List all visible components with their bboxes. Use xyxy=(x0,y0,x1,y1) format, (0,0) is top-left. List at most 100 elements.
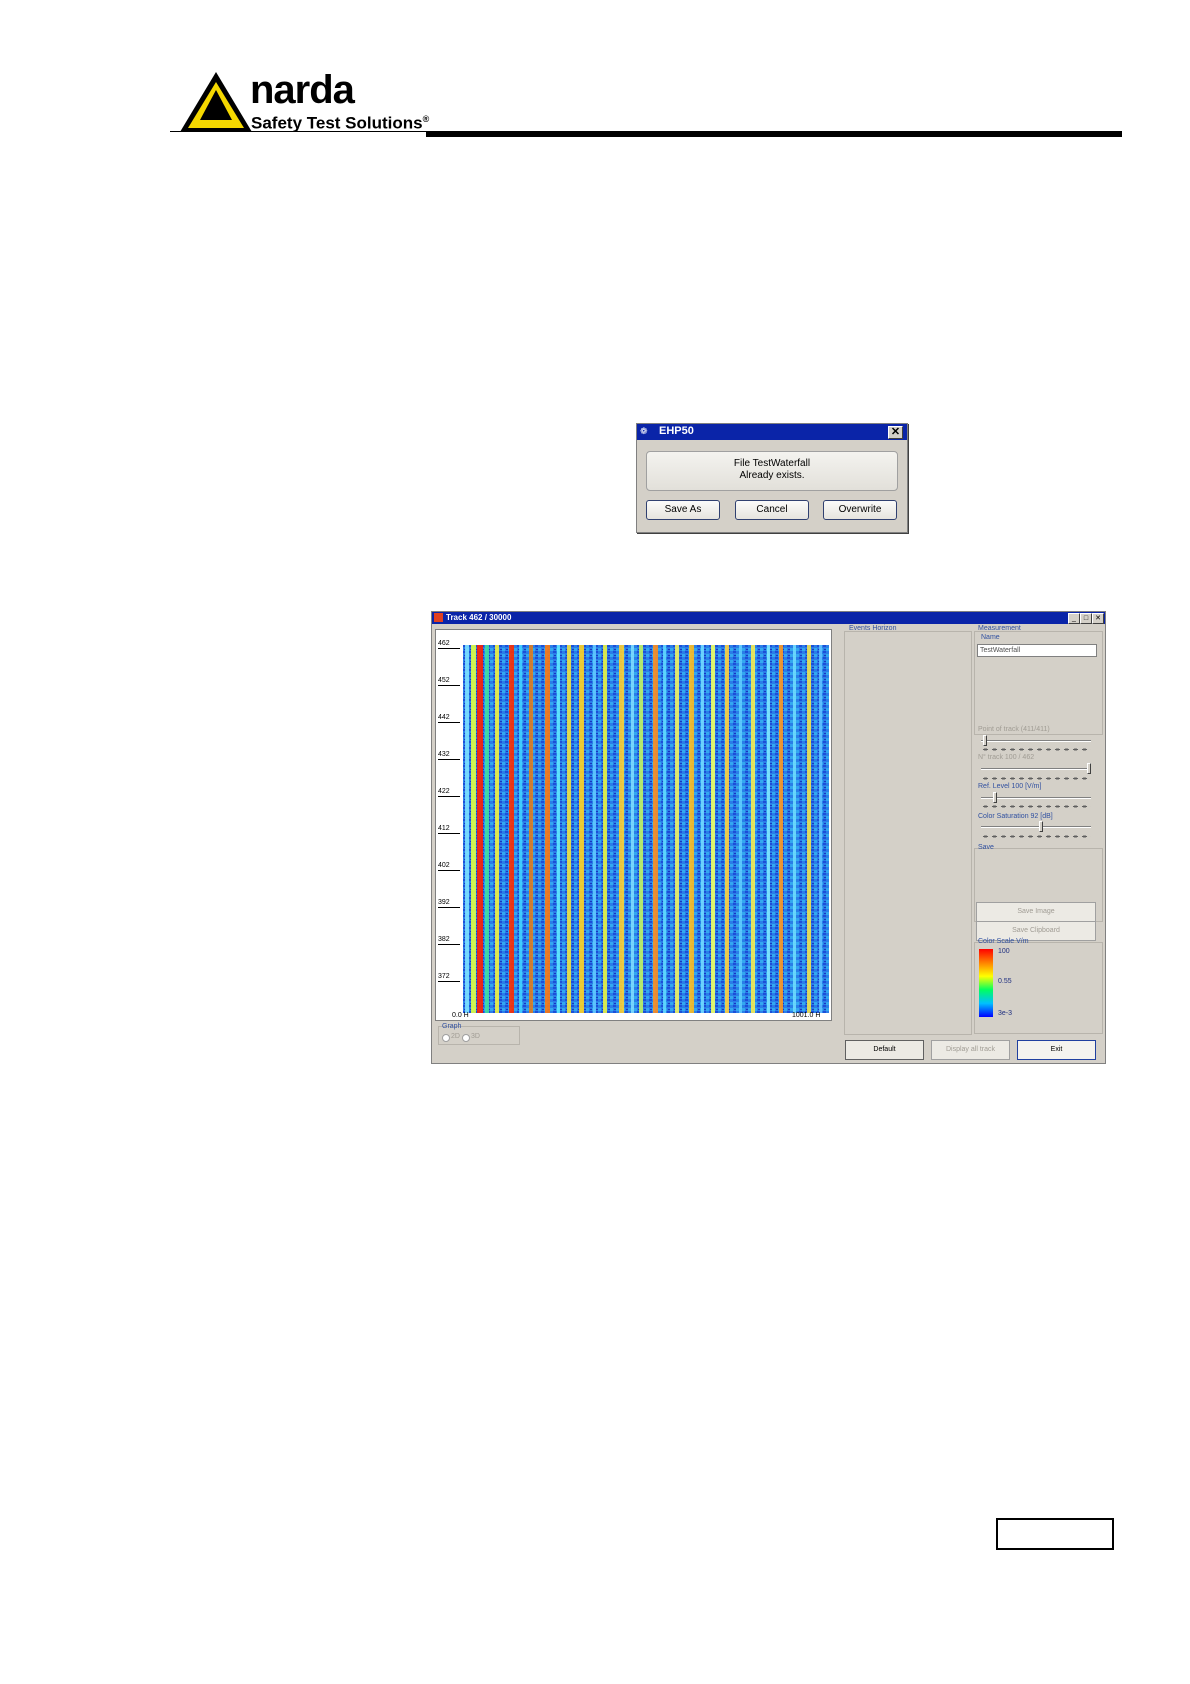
color-scale-mid: 0.55 xyxy=(998,978,1012,985)
header-rule-thick xyxy=(426,131,1122,137)
measurement-label: Measurement xyxy=(978,625,1021,632)
radio-2d[interactable] xyxy=(442,1034,450,1042)
slider-thumb[interactable] xyxy=(993,792,997,803)
y-tick-line xyxy=(438,833,460,834)
waterfall-window: Track 462 / 30000 _ □ ✕ 462 452 442 432 … xyxy=(431,611,1106,1064)
waterfall-stripe xyxy=(465,645,469,1013)
window-title-bar[interactable]: Track 462 / 30000 _ □ ✕ xyxy=(432,612,1105,624)
y-tick-label: 442 xyxy=(438,714,450,721)
waterfall-stripe xyxy=(639,645,643,1013)
waterfall-stripe xyxy=(545,645,550,1013)
waterfall-stripe xyxy=(603,645,607,1013)
y-tick-line xyxy=(438,759,460,760)
waterfall-stripe xyxy=(739,645,742,1013)
waterfall-stripe xyxy=(807,645,811,1013)
y-tick-label: 402 xyxy=(438,862,450,869)
dialog-title-bar[interactable]: ❁ EHP50 ✕ xyxy=(637,424,907,440)
waterfall-stripe xyxy=(485,645,489,1013)
app-icon: ❁ xyxy=(640,426,648,436)
events-horizon-label: Events Horizon xyxy=(849,625,897,632)
dialog-message-line2: Already exists. xyxy=(739,470,805,481)
display-all-track-button[interactable]: Display all track xyxy=(931,1040,1010,1060)
waterfall-stripe xyxy=(519,645,522,1013)
graph-label: Graph xyxy=(442,1023,462,1030)
waterfall-image xyxy=(463,645,829,1013)
slider-ticks xyxy=(981,835,1091,838)
close-icon[interactable]: ✕ xyxy=(1092,613,1104,624)
color-scale-bar xyxy=(979,949,993,1017)
overwrite-button[interactable]: Overwrite xyxy=(823,500,897,520)
waterfall-stripe xyxy=(631,645,634,1013)
dialog-message-line1: File TestWaterfall xyxy=(733,458,811,469)
y-tick-line xyxy=(438,796,460,797)
waterfall-stripe xyxy=(495,645,499,1013)
events-horizon-panel xyxy=(844,631,972,1035)
waterfall-stripe xyxy=(579,645,584,1013)
point-of-track-label: Point of track (411/411) xyxy=(978,726,1050,733)
color-saturation-slider[interactable] xyxy=(981,826,1091,828)
x-axis-start: 0.0 H xyxy=(452,1012,469,1019)
minimize-icon[interactable]: _ xyxy=(1068,613,1080,624)
color-scale-max: 100 xyxy=(998,948,1010,955)
waterfall-stripe xyxy=(557,645,560,1013)
maximize-icon[interactable]: □ xyxy=(1080,613,1092,624)
waterfall-stripe xyxy=(779,645,783,1013)
y-tick-line xyxy=(438,870,460,871)
name-field[interactable]: TestWaterfall xyxy=(977,644,1097,657)
ref-level-slider[interactable] xyxy=(981,797,1091,799)
waterfall-stripe xyxy=(653,645,658,1013)
close-icon[interactable]: ✕ xyxy=(888,426,903,439)
waterfall-plot: 462 452 442 432 422 412 402 392 382 372 xyxy=(435,629,832,1021)
waterfall-stripe xyxy=(593,645,596,1013)
color-saturation-label: Color Saturation 92 [dB] xyxy=(978,813,1053,820)
dialog-message: File TestWaterfall Already exists. xyxy=(646,451,898,491)
waterfall-stripe xyxy=(793,645,796,1013)
registered-mark: ® xyxy=(422,114,430,124)
y-tick-line xyxy=(438,685,460,686)
y-tick-label: 432 xyxy=(438,751,450,758)
waterfall-stripe xyxy=(725,645,729,1013)
y-tick-label: 392 xyxy=(438,899,450,906)
waterfall-stripe xyxy=(819,645,822,1013)
slider-ticks xyxy=(981,748,1091,751)
slider-thumb[interactable] xyxy=(983,735,987,746)
x-axis-end: 1001.0 H xyxy=(792,1012,821,1019)
y-tick-line xyxy=(438,981,460,982)
save-label: Save xyxy=(978,844,994,851)
waterfall-stripe xyxy=(509,645,514,1013)
waterfall-stripe xyxy=(689,645,694,1013)
y-tick-label: 412 xyxy=(438,825,450,832)
waterfall-stripe xyxy=(751,645,755,1013)
slider-thumb[interactable] xyxy=(1087,763,1091,774)
n-track-label: N° track 100 / 462 xyxy=(978,754,1035,761)
header-rule-thin xyxy=(170,131,426,132)
cancel-button[interactable]: Cancel xyxy=(735,500,809,520)
window-title: Track 462 / 30000 xyxy=(446,613,512,622)
brand-name: narda xyxy=(250,68,355,112)
ref-level-label: Ref. Level 100 [V/m] xyxy=(978,783,1042,790)
narda-logo-icon xyxy=(180,72,252,132)
y-tick-label: 422 xyxy=(438,788,450,795)
y-tick-label: 462 xyxy=(438,640,450,647)
y-tick-line xyxy=(438,944,460,945)
point-of-track-slider[interactable] xyxy=(981,740,1091,742)
save-as-button[interactable]: Save As xyxy=(646,500,720,520)
y-tick-line xyxy=(438,907,460,908)
default-button[interactable]: Default xyxy=(845,1040,924,1060)
app-icon xyxy=(434,613,443,622)
color-scale-label: Color Scale V/m xyxy=(978,938,1029,945)
brand-tagline: Safety Test Solutions® xyxy=(251,113,430,133)
save-image-button[interactable]: Save Image xyxy=(976,902,1096,922)
overwrite-dialog: ❁ EHP50 ✕ File TestWaterfall Already exi… xyxy=(636,423,908,533)
radio-3d-label: 3D xyxy=(471,1033,480,1040)
waterfall-stripe xyxy=(701,645,704,1013)
y-tick-line xyxy=(438,722,460,723)
exit-button[interactable]: Exit xyxy=(1017,1040,1096,1060)
color-scale-min: 3e-3 xyxy=(998,1010,1013,1017)
y-tick-line xyxy=(438,648,460,649)
n-track-slider[interactable] xyxy=(981,768,1091,770)
slider-thumb[interactable] xyxy=(1039,821,1043,832)
waterfall-stripe xyxy=(471,645,476,1013)
waterfall-stripe xyxy=(477,645,483,1013)
radio-3d[interactable] xyxy=(462,1034,470,1042)
